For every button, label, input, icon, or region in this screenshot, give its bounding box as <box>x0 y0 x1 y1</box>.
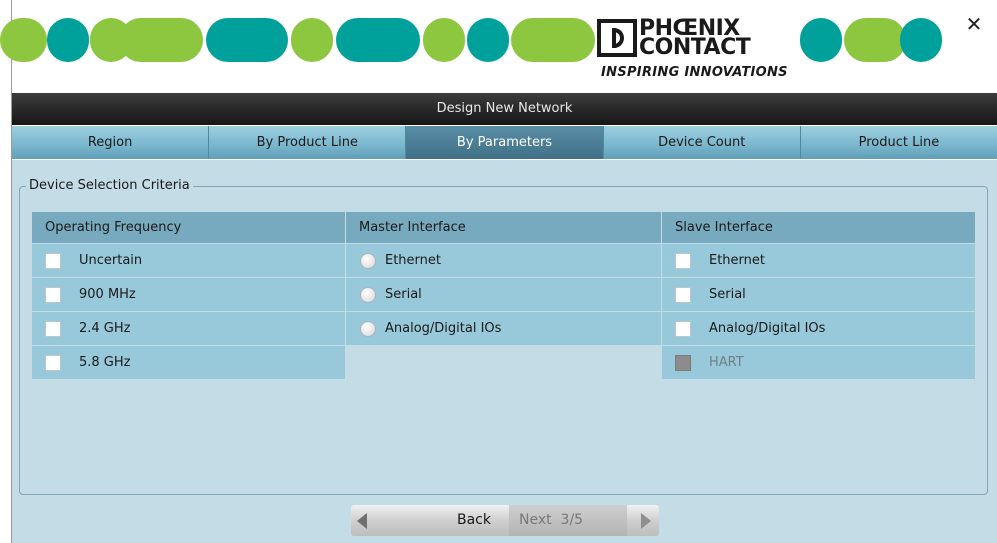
arrow-left-icon[interactable] <box>357 513 367 529</box>
slave-option-hart: HART <box>662 346 975 380</box>
banner-pill <box>800 18 842 62</box>
operating-frequency-header: Operating Frequency <box>32 212 345 244</box>
frequency-option-900mhz[interactable]: 900 MHz <box>32 278 345 312</box>
banner-pill <box>900 18 942 62</box>
next-button: Next 3/5 <box>509 505 627 536</box>
option-label: Uncertain <box>79 252 143 268</box>
checkbox[interactable] <box>45 354 61 371</box>
option-label: 5.8 GHz <box>79 354 131 370</box>
slave-option-analog-digital-ios[interactable]: Analog/Digital IOs <box>662 312 975 346</box>
option-label: 2.4 GHz <box>79 320 131 336</box>
tab-region[interactable]: Region <box>12 126 210 159</box>
wizard-tabs: Region By Product Line By Parameters Dev… <box>12 126 997 159</box>
master-option-analog-digital-ios[interactable]: Analog/Digital IOs <box>346 312 661 346</box>
slave-interface-column: Slave Interface Ethernet Serial Analog/D… <box>662 212 975 380</box>
phoenix-contact-logo: PHŒNIX CONTACT INSPIRING INNOVATIONS <box>597 17 797 85</box>
slave-option-serial[interactable]: Serial <box>662 278 975 312</box>
frequency-option-5-8ghz[interactable]: 5.8 GHz <box>32 346 345 380</box>
logo-mark-icon <box>597 19 637 57</box>
master-option-ethernet[interactable]: Ethernet <box>346 244 661 278</box>
option-label: Ethernet <box>385 252 441 268</box>
checkbox[interactable] <box>45 320 61 337</box>
checkbox[interactable] <box>45 252 61 269</box>
banner-pill <box>423 18 465 62</box>
option-label: 900 MHz <box>79 286 136 302</box>
close-icon[interactable]: ✕ <box>962 12 986 36</box>
logo-name-line2: CONTACT <box>639 35 751 60</box>
arrow-right-icon <box>641 513 651 529</box>
banner-pill <box>119 18 203 62</box>
banner-pill <box>467 18 509 62</box>
back-button[interactable]: Back <box>449 505 499 536</box>
criteria-legend: Device Selection Criteria <box>26 178 193 193</box>
master-interface-header: Master Interface <box>346 212 661 244</box>
banner-pill <box>0 18 47 62</box>
frequency-option-uncertain[interactable]: Uncertain <box>32 244 345 278</box>
radio-button[interactable] <box>360 286 376 303</box>
slave-option-ethernet[interactable]: Ethernet <box>662 244 975 278</box>
checkbox[interactable] <box>45 286 61 303</box>
step-indicator: 3/5 <box>560 512 584 528</box>
wizard-navigation: Back Next 3/5 <box>351 505 659 536</box>
banner-pill <box>47 18 89 62</box>
frequency-option-2-4ghz[interactable]: 2.4 GHz <box>32 312 345 346</box>
operating-frequency-column: Operating Frequency Uncertain 900 MHz 2.… <box>32 212 345 380</box>
option-label: Serial <box>385 286 422 302</box>
window-title: Design New Network <box>12 93 997 125</box>
tab-device-count[interactable]: Device Count <box>603 126 801 159</box>
banner-pill <box>511 18 595 62</box>
banner-pill <box>336 18 420 62</box>
option-label: Serial <box>709 286 746 302</box>
banner-pill <box>844 18 906 62</box>
checkbox[interactable] <box>675 286 691 303</box>
slave-interface-header: Slave Interface <box>662 212 975 244</box>
checkbox[interactable] <box>675 320 691 337</box>
banner-pill <box>291 18 333 62</box>
tab-by-product-line[interactable]: By Product Line <box>209 126 407 159</box>
next-label: Next <box>519 512 552 528</box>
radio-button[interactable] <box>360 252 376 269</box>
option-label: Ethernet <box>709 252 765 268</box>
option-label: HART <box>709 354 744 370</box>
option-label: Analog/Digital IOs <box>385 320 502 336</box>
tab-by-parameters[interactable]: By Parameters <box>406 126 604 159</box>
master-option-serial[interactable]: Serial <box>346 278 661 312</box>
banner-pill <box>206 18 288 62</box>
logo-tagline: INSPIRING INNOVATIONS <box>601 65 788 80</box>
option-label: Analog/Digital IOs <box>709 320 826 336</box>
brand-banner <box>0 0 997 90</box>
master-interface-column: Master Interface Ethernet Serial Analog/… <box>346 212 661 346</box>
checkbox[interactable] <box>675 252 691 269</box>
checkbox-disabled <box>675 354 691 371</box>
radio-button[interactable] <box>360 320 376 337</box>
tab-product-line[interactable]: Product Line <box>800 126 997 159</box>
